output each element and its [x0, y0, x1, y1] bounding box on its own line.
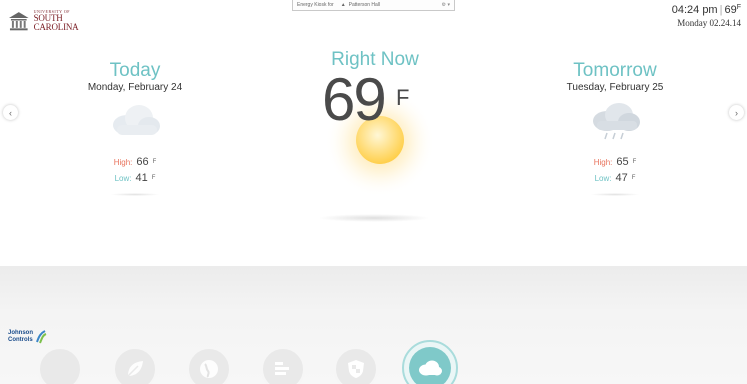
tomorrow-low-label: Low: — [594, 173, 612, 183]
tomorrow-date: Tuesday, February 25 — [566, 82, 664, 93]
kiosk-label: Energy Kiosk for — [297, 2, 334, 8]
globe-icon — [200, 360, 218, 378]
dock-item-weather-inner — [409, 347, 451, 384]
today-high-value: 66 — [136, 156, 149, 168]
dock-item-bar-chart[interactable] — [261, 347, 305, 384]
prev-arrow-button[interactable]: ‹ — [3, 105, 18, 120]
today-forecast: Today Monday, February 24 High: 66 F Low:… — [60, 61, 210, 196]
now-temperature: 69 — [322, 66, 387, 133]
dock-item-globe[interactable] — [187, 347, 231, 384]
chevron-right-icon: › — [735, 107, 738, 118]
dock-item-shield[interactable] — [334, 347, 378, 384]
now-unit: F — [396, 85, 410, 110]
kiosk-building: Patterson Hall — [348, 2, 381, 8]
tomorrow-title: Tomorrow — [573, 60, 657, 81]
logo-big-text: SOUTH CAROLINA — [33, 13, 79, 32]
chevron-left-icon: ‹ — [9, 107, 12, 118]
today-low-unit: F — [151, 175, 156, 181]
clock: 04:24 pm | 69F Monday 02.24.14 — [671, 4, 741, 28]
jc-swoosh-icon — [36, 330, 47, 344]
cloudy-icon — [113, 105, 160, 135]
rain-cloud-icon — [593, 103, 640, 140]
today-date: Monday, February 24 — [87, 82, 183, 93]
tomorrow-high-row: High: 65 F — [540, 154, 690, 170]
today-high-unit: F — [152, 159, 157, 165]
tomorrow-low-row: Low: 47 F — [540, 170, 690, 186]
today-title: Today — [109, 60, 161, 81]
clock-unit: F — [736, 4, 741, 11]
building-selector[interactable]: Energy Kiosk for ▲ Patterson Hall ⚙ ▾ — [292, 0, 455, 11]
bar-chart-icon — [275, 362, 289, 375]
clock-date: Monday 02.24.14 — [677, 18, 741, 28]
clock-temp: 69 — [724, 4, 737, 16]
tomorrow-high-unit: F — [632, 159, 637, 165]
tomorrow-forecast: Tomorrow Tuesday, February 25 High: 65 F … — [540, 61, 690, 196]
dock-item-leaf[interactable] — [113, 347, 157, 384]
weather-cloud-icon — [419, 360, 442, 376]
tomorrow-high-value: 65 — [616, 156, 629, 168]
today-shadow — [110, 193, 160, 196]
tomorrow-low-unit: F — [631, 175, 636, 181]
university-logo: UNIVERSITY OF SOUTH CAROLINA — [8, 8, 108, 34]
shield-icon — [348, 360, 364, 378]
brand-line2: Controls — [8, 337, 33, 343]
tomorrow-low-value: 47 — [615, 172, 628, 184]
today-low-row: Low: 41 F — [60, 170, 210, 186]
next-arrow-button[interactable]: › — [729, 105, 744, 120]
dock-item-partial[interactable] — [38, 347, 82, 384]
today-high-label: High: — [113, 157, 133, 167]
now-shadow — [318, 214, 430, 222]
building-icon — [8, 12, 29, 31]
clock-time: 04:24 pm — [671, 4, 718, 16]
today-low-value: 41 — [135, 172, 148, 184]
tomorrow-high-label: High: — [593, 157, 613, 167]
building-icon-small: ▲ — [340, 2, 346, 8]
chevron-down-icon[interactable]: ⚙ ▾ — [442, 2, 450, 8]
leaf-icon — [127, 361, 143, 377]
today-low-label: Low: — [114, 173, 132, 183]
tomorrow-shadow — [590, 193, 640, 196]
brand-line1: Johnson — [8, 330, 33, 337]
johnson-controls-logo: Johnson Controls — [8, 330, 47, 344]
today-high-row: High: 66 F — [60, 154, 210, 170]
